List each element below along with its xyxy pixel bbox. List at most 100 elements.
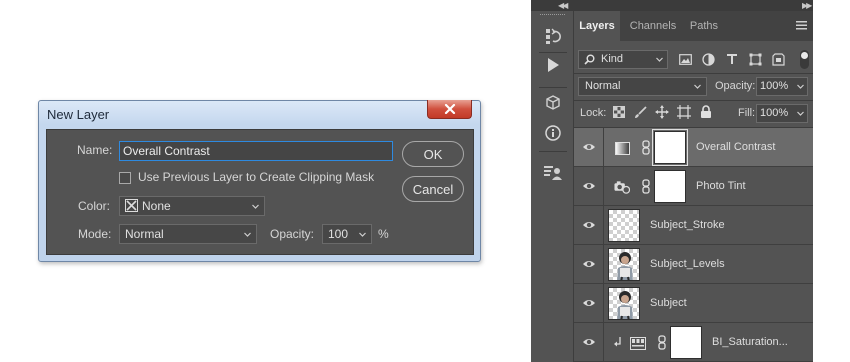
eye-separator bbox=[603, 128, 604, 167]
fill-value: 100% bbox=[760, 107, 789, 119]
layer-name: Subject_Stroke bbox=[650, 219, 725, 231]
new-layer-dialog: New Layer Name: Use Previous Layer to Cr… bbox=[38, 100, 481, 262]
layer-row-subject-stroke[interactable]: Subject_Stroke bbox=[574, 206, 813, 245]
layer-row-subject[interactable]: Subject bbox=[574, 284, 813, 323]
lock-image-pixels-icon[interactable] bbox=[633, 105, 647, 119]
adjustment-filter-icon[interactable] bbox=[701, 52, 715, 66]
history-icon[interactable] bbox=[541, 24, 565, 48]
layer-name: BI_Saturation... bbox=[712, 336, 788, 348]
eye-separator bbox=[603, 206, 604, 245]
dialog-body: Name: Use Previous Layer to Create Clipp… bbox=[46, 129, 474, 255]
opacity-unit: % bbox=[378, 227, 389, 241]
chevron-down-icon bbox=[252, 204, 259, 209]
panel-collapse-bar: ◀◀ ▶▶ bbox=[531, 0, 813, 11]
filter-kind-value: Kind bbox=[601, 53, 624, 65]
visibility-eye-icon[interactable] bbox=[582, 258, 596, 270]
layer-thumbnail bbox=[608, 287, 640, 320]
layer-name: Photo Tint bbox=[696, 180, 746, 192]
chevron-down-icon bbox=[244, 232, 251, 237]
color-select[interactable]: None bbox=[119, 196, 265, 216]
properties-icon[interactable] bbox=[541, 161, 565, 185]
dock-grip[interactable] bbox=[540, 14, 565, 16]
layer-mask-thumbnail[interactable] bbox=[670, 326, 702, 359]
chevron-down-icon bbox=[359, 232, 366, 237]
lock-position-icon[interactable] bbox=[655, 105, 669, 119]
mode-select[interactable]: Normal bbox=[119, 224, 257, 244]
visibility-eye-icon[interactable] bbox=[582, 141, 596, 153]
panel-tabs: Layers Channels Paths bbox=[574, 11, 813, 41]
photo-filter-icon bbox=[614, 179, 630, 195]
lock-artboard-icon[interactable] bbox=[677, 105, 691, 119]
hue-saturation-icon bbox=[630, 335, 646, 351]
chevron-down-icon bbox=[797, 84, 804, 89]
cancel-button[interactable]: Cancel bbox=[402, 176, 464, 202]
layer-row-photo-tint[interactable]: Photo Tint bbox=[574, 167, 813, 206]
3d-cube-icon[interactable] bbox=[541, 91, 565, 115]
fill-field[interactable]: 100% bbox=[756, 104, 808, 123]
chevron-down-icon bbox=[656, 57, 663, 62]
eye-separator bbox=[603, 323, 604, 362]
dialog-close-button[interactable] bbox=[427, 100, 472, 119]
opacity-select[interactable]: 100 bbox=[322, 224, 372, 244]
layer-row-bi-saturation[interactable]: BI_Saturation... bbox=[574, 323, 813, 362]
eye-separator bbox=[603, 284, 604, 323]
lock-all-icon[interactable] bbox=[699, 105, 713, 119]
tab-layers[interactable]: Layers bbox=[574, 11, 620, 41]
visibility-eye-icon[interactable] bbox=[582, 336, 596, 348]
tab-channels[interactable]: Channels bbox=[623, 11, 683, 41]
pixel-filter-icon[interactable] bbox=[678, 52, 692, 66]
search-icon bbox=[584, 54, 595, 65]
layer-row-subject-levels[interactable]: Subject_Levels bbox=[574, 245, 813, 284]
layers-panel: Layers Channels Paths Kind Normal Opacit… bbox=[574, 11, 813, 362]
eye-separator bbox=[603, 167, 604, 206]
color-label: Color: bbox=[78, 199, 111, 213]
visibility-eye-icon[interactable] bbox=[582, 297, 596, 309]
opacity-label: Opacity: bbox=[270, 227, 315, 241]
color-select-value: None bbox=[142, 199, 171, 213]
close-icon bbox=[444, 104, 455, 114]
layer-mask-thumbnail[interactable] bbox=[652, 129, 688, 166]
gradient-fill-icon bbox=[614, 140, 630, 156]
clipping-mask-checkbox[interactable] bbox=[119, 172, 131, 184]
dock-separator bbox=[539, 151, 567, 152]
ok-button[interactable]: OK bbox=[402, 141, 464, 167]
filter-toggle[interactable] bbox=[800, 50, 809, 69]
visibility-eye-icon[interactable] bbox=[582, 180, 596, 192]
link-chain-icon[interactable] bbox=[642, 140, 650, 155]
layer-name: Subject_Levels bbox=[650, 258, 725, 270]
layer-opacity-label: Opacity: bbox=[715, 80, 756, 92]
collapse-left-icon[interactable]: ◀◀ bbox=[558, 2, 568, 10]
fill-label: Fill: bbox=[738, 107, 756, 119]
name-label: Name: bbox=[77, 143, 113, 157]
opacity-value: 100 bbox=[328, 227, 349, 241]
visibility-eye-icon[interactable] bbox=[582, 219, 596, 231]
filter-kind-select[interactable]: Kind bbox=[578, 50, 668, 69]
chevron-down-icon bbox=[694, 84, 701, 89]
info-icon[interactable] bbox=[541, 121, 565, 145]
dock-separator bbox=[539, 87, 567, 88]
layer-name-input[interactable] bbox=[119, 141, 393, 161]
expand-right-icon[interactable]: ▶▶ bbox=[802, 2, 812, 10]
layer-row-overall-contrast[interactable]: Overall Contrast bbox=[574, 128, 813, 167]
lock-label: Lock: bbox=[580, 107, 607, 119]
layer-thumbnail bbox=[608, 248, 640, 281]
link-chain-icon[interactable] bbox=[642, 179, 650, 194]
layer-opacity-value: 100% bbox=[760, 80, 789, 92]
dialog-title: New Layer bbox=[47, 107, 110, 122]
mode-select-value: Normal bbox=[125, 227, 164, 241]
panel-separator bbox=[574, 100, 813, 101]
actions-play-icon[interactable] bbox=[541, 53, 565, 77]
chevron-down-icon bbox=[797, 111, 804, 116]
shape-filter-icon[interactable] bbox=[748, 52, 762, 66]
layer-mask-thumbnail[interactable] bbox=[654, 170, 686, 203]
panel-menu-icon[interactable] bbox=[796, 21, 807, 30]
type-filter-icon[interactable] bbox=[725, 52, 739, 66]
smart-object-filter-icon[interactable] bbox=[771, 52, 785, 66]
layer-opacity-field[interactable]: 100% bbox=[756, 77, 808, 96]
lock-transparent-pixels-icon[interactable] bbox=[612, 105, 626, 119]
panel-margin bbox=[813, 0, 850, 362]
link-chain-icon[interactable] bbox=[658, 335, 666, 350]
tab-paths[interactable]: Paths bbox=[684, 11, 724, 41]
panel-separator bbox=[574, 73, 813, 74]
blend-mode-select[interactable]: Normal bbox=[578, 77, 707, 96]
